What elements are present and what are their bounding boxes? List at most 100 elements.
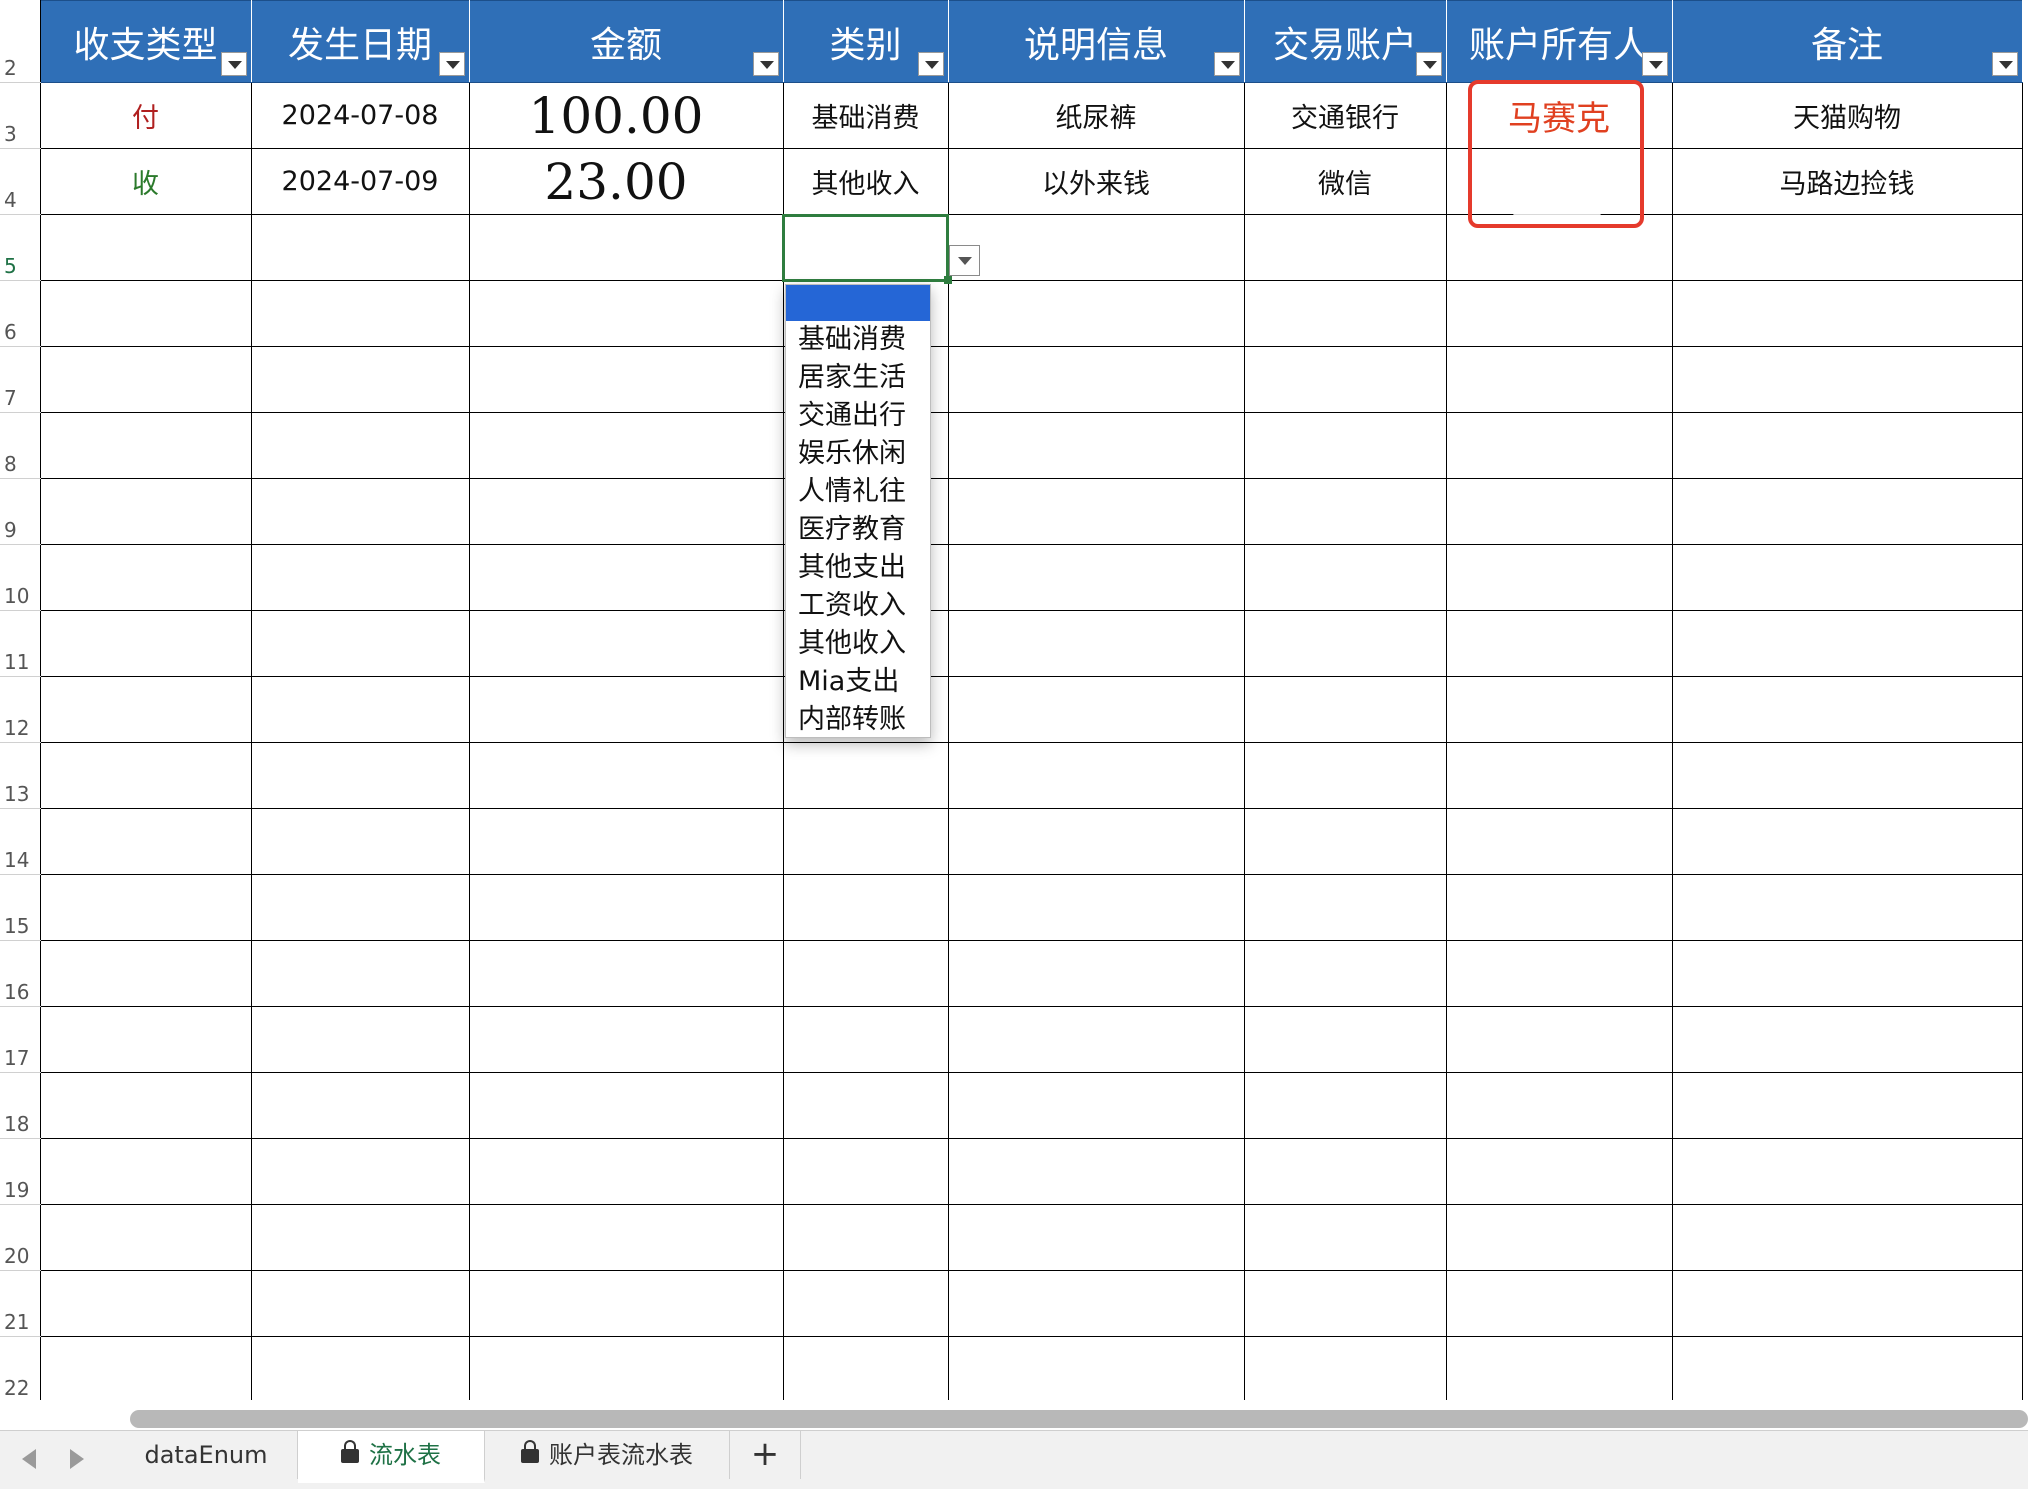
cell-desc[interactable] (947, 1270, 1245, 1337)
row-number[interactable]: 6 (0, 280, 41, 347)
cell-date[interactable] (250, 610, 470, 677)
filter-dropdown-icon[interactable] (438, 52, 465, 76)
column-header[interactable]: 备注 (1671, 0, 2023, 83)
cell-date[interactable] (250, 1204, 470, 1271)
row-number[interactable]: 20 (0, 1204, 41, 1271)
cell-amount[interactable] (468, 412, 784, 479)
cell-desc[interactable] (947, 1204, 1245, 1271)
cell-account[interactable] (1243, 280, 1447, 347)
filter-dropdown-icon[interactable] (1991, 52, 2018, 76)
cell-date[interactable] (250, 940, 470, 1007)
cell-amount[interactable] (468, 1072, 784, 1139)
row-number[interactable]: 16 (0, 940, 41, 1007)
cell-desc[interactable] (947, 346, 1245, 413)
cell-owner[interactable] (1445, 1270, 1673, 1337)
cell-owner[interactable] (1445, 1204, 1673, 1271)
cell-category[interactable] (782, 940, 949, 1007)
cell-type[interactable] (39, 412, 252, 479)
cell-date[interactable]: 2024-07-09 (250, 148, 470, 215)
cell-note[interactable] (1671, 280, 2023, 347)
row-number[interactable]: 11 (0, 610, 41, 677)
cell-amount[interactable] (468, 808, 784, 875)
cell-date[interactable] (250, 214, 470, 281)
cell-desc[interactable] (947, 1072, 1245, 1139)
cell-category[interactable] (782, 1006, 949, 1073)
cell-note[interactable] (1671, 1006, 2023, 1073)
cell-desc[interactable] (947, 478, 1245, 545)
horizontal-scrollbar[interactable] (130, 1410, 2028, 1428)
cell-category[interactable] (782, 1072, 949, 1139)
cell-amount[interactable] (468, 214, 784, 281)
cell-amount[interactable]: 23.00 (468, 148, 784, 215)
cell-type[interactable] (39, 478, 252, 545)
cell-category[interactable] (782, 808, 949, 875)
cell-account[interactable] (1243, 1138, 1447, 1205)
cell-type[interactable] (39, 1072, 252, 1139)
cell-desc[interactable] (947, 214, 1245, 281)
cell-category[interactable] (782, 1138, 949, 1205)
cell-owner[interactable] (1445, 742, 1673, 809)
cell-date[interactable] (250, 1138, 470, 1205)
row-number[interactable]: 9 (0, 478, 41, 545)
cell-note[interactable] (1671, 478, 2023, 545)
cell-type[interactable] (39, 1138, 252, 1205)
cell-account[interactable] (1243, 1006, 1447, 1073)
row-number[interactable]: 21 (0, 1270, 41, 1337)
cell-desc[interactable]: 以外来钱 (947, 148, 1245, 215)
cell-amount[interactable] (468, 1138, 784, 1205)
cell-amount[interactable] (468, 1006, 784, 1073)
cell-category[interactable] (782, 874, 949, 941)
cell-type[interactable]: 付 (39, 82, 252, 149)
tab-dataenum[interactable]: dataEnum (115, 1431, 298, 1479)
dropdown-option[interactable]: 人情礼往 (786, 473, 930, 511)
column-header[interactable]: 说明信息 (947, 0, 1245, 83)
cell-account[interactable] (1243, 610, 1447, 677)
cell-owner[interactable] (1445, 412, 1673, 479)
cell-type[interactable] (39, 1204, 252, 1271)
cell-type[interactable]: 收 (39, 148, 252, 215)
cell-amount[interactable]: 100.00 (468, 82, 784, 149)
cell-note[interactable] (1671, 1204, 2023, 1271)
cell-category[interactable] (782, 1270, 949, 1337)
cell-note[interactable] (1671, 742, 2023, 809)
cell-account[interactable] (1243, 412, 1447, 479)
filter-dropdown-icon[interactable] (917, 52, 944, 76)
cell-amount[interactable] (468, 742, 784, 809)
row-number[interactable]: 15 (0, 874, 41, 941)
dropdown-option[interactable]: 其他收入 (786, 625, 930, 663)
row-number[interactable]: 7 (0, 346, 41, 413)
cell-type[interactable] (39, 214, 252, 281)
cell-owner[interactable] (1445, 940, 1673, 1007)
column-header[interactable]: 类别 (782, 0, 949, 83)
cell-amount[interactable] (468, 280, 784, 347)
dropdown-arrow-button[interactable] (949, 245, 980, 276)
cell-desc[interactable] (947, 1336, 1245, 1400)
row-number[interactable]: 22 (0, 1336, 41, 1400)
cell-note[interactable] (1671, 412, 2023, 479)
cell-account[interactable] (1243, 1270, 1447, 1337)
cell-note[interactable]: 马路边捡钱 (1671, 148, 2023, 215)
cell-owner[interactable] (1445, 874, 1673, 941)
cell-type[interactable] (39, 610, 252, 677)
filter-dropdown-icon[interactable] (1213, 52, 1240, 76)
cell-note[interactable] (1671, 1270, 2023, 1337)
cell-owner[interactable] (1445, 544, 1673, 611)
row-number[interactable]: 2 (0, 0, 41, 83)
fill-handle[interactable] (944, 276, 952, 284)
cell-account[interactable] (1243, 874, 1447, 941)
cell-type[interactable] (39, 1336, 252, 1400)
cell-amount[interactable] (468, 940, 784, 1007)
cell-desc[interactable] (947, 610, 1245, 677)
cell-amount[interactable] (468, 1336, 784, 1400)
dropdown-option[interactable]: 内部转账 (786, 701, 930, 739)
cell-type[interactable] (39, 676, 252, 743)
tab-liushuibiao[interactable]: 流水表 (298, 1431, 485, 1483)
cell-amount[interactable] (468, 676, 784, 743)
cell-note[interactable] (1671, 1138, 2023, 1205)
cell-category[interactable] (782, 1336, 949, 1400)
cell-desc[interactable] (947, 808, 1245, 875)
cell-type[interactable] (39, 940, 252, 1007)
cell-date[interactable] (250, 544, 470, 611)
row-number[interactable]: 17 (0, 1006, 41, 1073)
cell-date[interactable] (250, 478, 470, 545)
